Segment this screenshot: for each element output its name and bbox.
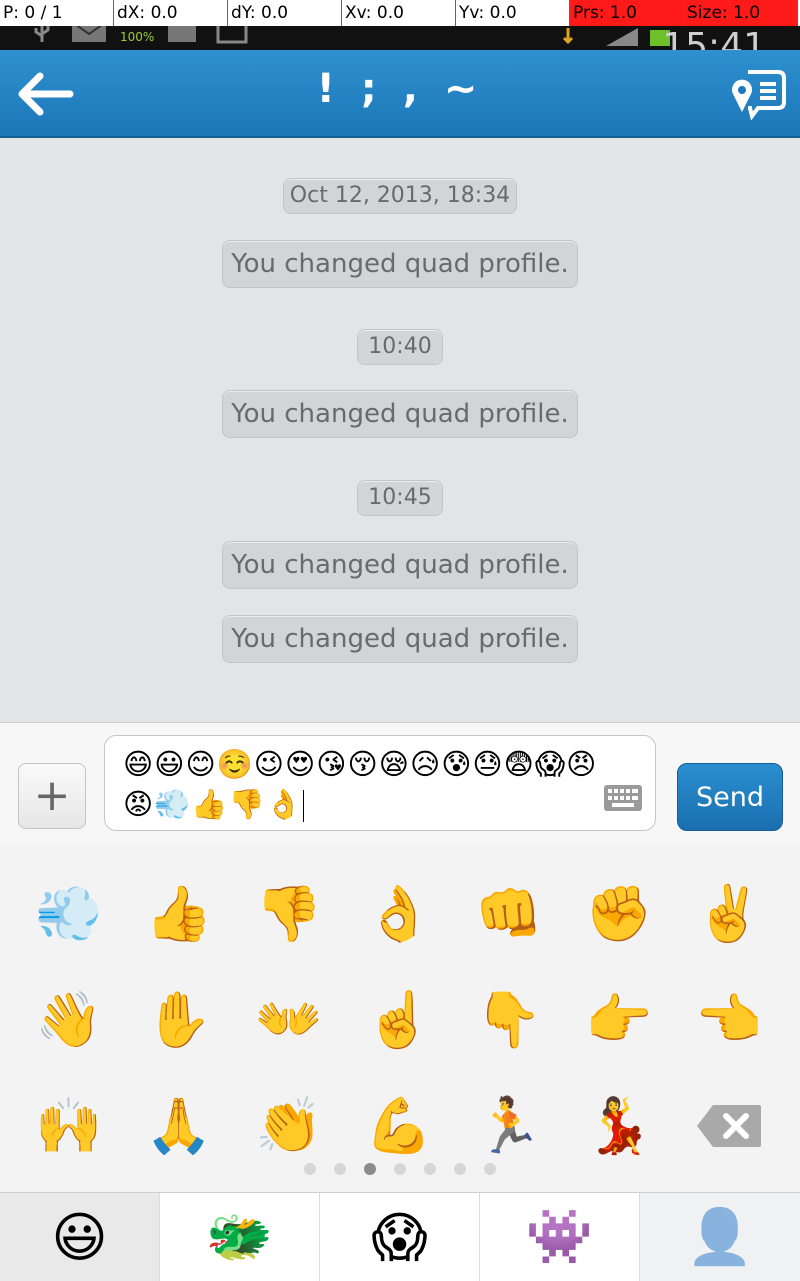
debug-dx: dX: 0.0: [114, 0, 228, 26]
page-dot[interactable]: [424, 1163, 436, 1175]
message-input[interactable]: 😄😃😊☺️😉😍😘😚😪😥😰😓😨😱😠😡💨👍👎👌: [104, 735, 656, 831]
debug-yv: Yv: 0.0: [456, 0, 570, 26]
battery-percent: 100%: [120, 30, 155, 44]
sticker-tab-bar: 😃 🐲 😱 👾 👤: [0, 1192, 800, 1281]
debug-dy: dY: 0.0: [228, 0, 342, 26]
emoji-thumbs-down[interactable]: 👎: [234, 861, 344, 967]
timestamp: Oct 12, 2013, 18:34: [283, 178, 517, 214]
page-dot[interactable]: [304, 1163, 316, 1175]
timestamp: 10:45: [357, 480, 443, 516]
emoji-palette: 💨 👍 👎 👌 👊 ✊ ✌️ 👋 ✋ 👐 ☝️ 👇 👉 👈 🙌 🙏 👏 💪 🏃 …: [0, 845, 800, 1192]
signal-icon: [606, 28, 638, 46]
tab-green-monster[interactable]: 👾: [480, 1193, 640, 1281]
emoji-punch[interactable]: 👊: [454, 861, 564, 967]
system-message[interactable]: You changed quad profile.: [222, 541, 578, 589]
backspace-icon[interactable]: [695, 1103, 763, 1149]
emoji-wave[interactable]: 👋: [14, 967, 124, 1073]
sd-card-icon: [216, 26, 248, 44]
keyboard-icon[interactable]: [603, 784, 643, 812]
chat-history[interactable]: Oct 12, 2013, 18:34 You changed quad pro…: [0, 138, 800, 722]
emoji-grid: 💨 👍 👎 👌 👊 ✊ ✌️ 👋 ✋ 👐 ☝️ 👇 👉 👈 🙌 🙏 👏 💪 🏃 …: [14, 861, 784, 1179]
tab-monster-stickers[interactable]: 🐲: [160, 1193, 320, 1281]
emoji-point-left[interactable]: 👈: [674, 967, 784, 1073]
page-indicator: [0, 1163, 800, 1177]
send-button[interactable]: Send: [677, 763, 783, 831]
page-dot[interactable]: [334, 1163, 346, 1175]
emoji-thumbs-up[interactable]: 👍: [124, 861, 234, 967]
chat-title: ! ; , ~: [316, 66, 484, 112]
tab-custom[interactable]: 👤: [640, 1193, 800, 1281]
status-bar: 100% 15:41: [0, 26, 800, 50]
emoji-victory[interactable]: ✌️: [674, 861, 784, 967]
data-transfer-icon: [562, 28, 574, 45]
system-message[interactable]: You changed quad profile.: [222, 615, 578, 663]
page-dot[interactable]: [484, 1163, 496, 1175]
location-profile-icon[interactable]: [728, 66, 786, 120]
emoji-raised-hand[interactable]: ✋: [124, 967, 234, 1073]
emoji-point-down[interactable]: 👇: [454, 967, 564, 1073]
debug-pressure: Prs: 1.0: [570, 0, 684, 26]
system-message[interactable]: You changed quad profile.: [222, 240, 578, 288]
emoji-open-hands[interactable]: 👐: [234, 967, 344, 1073]
text-caret: [302, 790, 304, 822]
emoji-fist[interactable]: ✊: [564, 861, 674, 967]
compose-bar: + 😄😃😊☺️😉😍😘😚😪😥😰😓😨😱😠😡💨👍👎👌 Send: [0, 722, 800, 846]
emoji-point-right[interactable]: 👉: [564, 967, 674, 1073]
pointer-debug-overlay: P: 0 / 1 dX: 0.0 dY: 0.0 Xv: 0.0 Yv: 0.0…: [0, 0, 800, 26]
page-dot-active[interactable]: [364, 1163, 376, 1175]
emoji-ok-hand[interactable]: 👌: [344, 861, 454, 967]
system-message[interactable]: You changed quad profile.: [222, 390, 578, 438]
attach-plus-button[interactable]: +: [18, 763, 86, 829]
timestamp: 10:40: [357, 329, 443, 365]
emoji-dash[interactable]: 💨: [14, 861, 124, 967]
chat-header: ! ; , ~: [0, 50, 800, 138]
page-dot[interactable]: [454, 1163, 466, 1175]
message-input-text: 😄😃😊☺️😉😍😘😚😪😥😰😓😨😱😠😡💨👍👎👌: [123, 747, 598, 821]
emoji-point-up[interactable]: ☝️: [344, 967, 454, 1073]
page-dot[interactable]: [394, 1163, 406, 1175]
debug-pointer-count: P: 0 / 1: [0, 0, 114, 26]
tab-emoji[interactable]: 😃: [0, 1193, 160, 1281]
mail-icon: [72, 26, 106, 42]
clock: 15:41: [662, 26, 766, 50]
debug-xv: Xv: 0.0: [342, 0, 456, 26]
usb-icon: [34, 26, 50, 42]
debug-size: Size: 1.0: [684, 0, 798, 26]
save-icon: [168, 26, 196, 42]
tab-rage-faces[interactable]: 😱: [320, 1193, 480, 1281]
